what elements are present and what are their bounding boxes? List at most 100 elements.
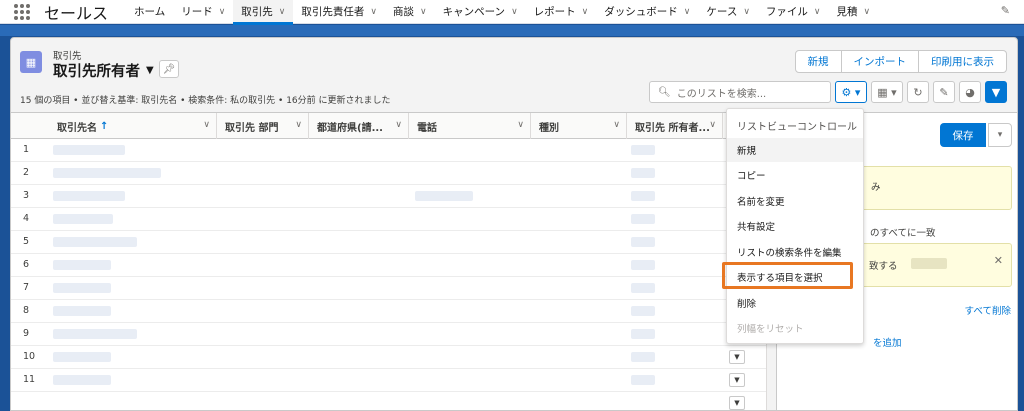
column-header-account-name[interactable]: 取引先名 ↑ ∨ <box>49 113 217 139</box>
row-number: 7 <box>23 282 30 293</box>
table-icon: ▦ ▾ <box>877 85 897 99</box>
pie-chart-icon: ◕ <box>965 85 975 99</box>
redacted-account-name[interactable] <box>53 283 111 293</box>
chevron-down-icon[interactable]: ∨ <box>511 7 518 17</box>
table-row[interactable]: 9 <box>11 323 766 346</box>
redacted-account-name[interactable] <box>53 145 125 155</box>
chevron-down-icon[interactable]: ∨ <box>517 120 524 130</box>
redacted-account-name[interactable] <box>53 237 137 247</box>
nav-item-home[interactable]: ホーム <box>126 0 173 24</box>
chevron-down-icon[interactable]: ∨ <box>219 7 226 17</box>
nav-item-opportunities[interactable]: 商談 ∨ <box>385 0 435 24</box>
nav-item-cases[interactable]: ケース ∨ <box>698 0 758 24</box>
row-number: 6 <box>23 259 30 270</box>
app-launcher-icon[interactable] <box>14 3 32 21</box>
chevron-down-icon[interactable]: ∨ <box>370 7 377 17</box>
table-row[interactable]: 3 <box>11 185 766 208</box>
nav-item-label: 見積 <box>836 6 858 18</box>
page-title: 取引先所有者 <box>53 64 140 80</box>
table-row[interactable]: ▼ <box>11 392 766 410</box>
redacted-account-name[interactable] <box>53 260 111 270</box>
menu-item-reset-column-widths: 列幅をリセット <box>737 324 804 335</box>
import-button[interactable]: インポート <box>841 50 919 73</box>
table-row[interactable]: 7 <box>11 277 766 300</box>
header-band <box>0 25 1024 36</box>
nav-item-leads[interactable]: リード ∨ <box>173 0 233 24</box>
nav-item-quotes[interactable]: 見積 ∨ <box>829 0 879 24</box>
save-options-chevron-icon[interactable]: ▾ <box>988 123 1012 147</box>
table-row[interactable]: 1 <box>11 139 766 162</box>
list-view-controls-button[interactable]: ⚙ ▾ <box>835 81 867 103</box>
redacted-owner <box>631 260 655 270</box>
printable-view-button[interactable]: 印刷用に表示 <box>919 50 1007 73</box>
column-header-phone[interactable]: 電話 ∨ <box>409 113 531 139</box>
filter-button[interactable]: ▼ <box>985 81 1007 103</box>
chevron-down-icon[interactable]: ∨ <box>420 7 427 17</box>
table-row[interactable]: 8 <box>11 300 766 323</box>
close-icon[interactable]: ✕ <box>994 254 1003 267</box>
chevron-down-icon[interactable]: ∨ <box>203 120 210 130</box>
list-view-controls-menu: リストビューコントロール 新規 コピー 名前を変更 共有設定 リストの検索条件を… <box>726 108 864 344</box>
row-actions-button[interactable]: ▼ <box>729 396 745 410</box>
chevron-down-icon[interactable]: ∨ <box>582 7 589 17</box>
row-actions-button[interactable]: ▼ <box>729 373 745 387</box>
chevron-down-icon[interactable]: ∨ <box>864 7 871 17</box>
redacted-account-name[interactable] <box>53 352 111 362</box>
row-number: 10 <box>23 351 36 362</box>
chevron-down-icon[interactable]: ∨ <box>709 120 716 130</box>
menu-item-edit-filters[interactable]: リストの検索条件を編集 <box>727 240 863 264</box>
save-filter-button[interactable]: 保存 <box>940 123 986 147</box>
list-search-input[interactable]: 🔍︎ このリストを検索... <box>649 81 831 103</box>
edit-nav-pencil-icon[interactable]: ✎ <box>1001 4 1010 17</box>
row-actions-button[interactable]: ▼ <box>729 350 745 364</box>
nav-item-label: 商談 <box>392 6 414 18</box>
redacted-account-name[interactable] <box>53 375 111 385</box>
nav-item-contacts[interactable]: 取引先責任者 ∨ <box>293 0 385 24</box>
column-header-owner[interactable]: 取引先 所有者... ∨ <box>627 113 723 139</box>
menu-item-delete[interactable]: 削除 <box>727 291 863 315</box>
table-row[interactable]: 11 ▼ <box>11 369 766 392</box>
nav-item-reports[interactable]: レポート ∨ <box>526 0 597 24</box>
column-header-billing-state[interactable]: 都道府県(請... ∨ <box>309 113 409 139</box>
chevron-down-icon[interactable]: ∨ <box>295 120 302 130</box>
chevron-down-icon[interactable]: ∨ <box>279 7 286 17</box>
nav-item-files[interactable]: ファイル ∨ <box>758 0 829 24</box>
nav-item-dashboards[interactable]: ダッシュボード ∨ <box>596 0 698 24</box>
pin-icon[interactable]: 📌︎ <box>159 60 179 78</box>
charts-button[interactable]: ◕ <box>959 81 981 103</box>
redacted-account-name[interactable] <box>53 168 161 178</box>
table-row[interactable]: 10 ▼ <box>11 346 766 369</box>
menu-item-clone[interactable]: コピー <box>727 163 863 187</box>
column-label: 取引先 所有者... <box>635 122 710 134</box>
chevron-down-icon[interactable]: ∨ <box>743 7 750 17</box>
refresh-button[interactable]: ↻ <box>907 81 929 103</box>
redacted-account-name[interactable] <box>53 191 125 201</box>
chevron-down-icon[interactable]: ∨ <box>395 120 402 130</box>
table-row[interactable]: 6 <box>11 254 766 277</box>
column-header-division[interactable]: 取引先 部門 ∨ <box>217 113 309 139</box>
menu-item-sharing[interactable]: 共有設定 <box>727 214 863 238</box>
inline-edit-button[interactable]: ✎ <box>933 81 955 103</box>
redacted-account-name[interactable] <box>53 214 113 224</box>
menu-item-new[interactable]: 新規 <box>727 138 863 162</box>
nav-item-accounts[interactable]: 取引先 ∨ <box>233 0 294 25</box>
redacted-owner <box>631 306 655 316</box>
caret-down-icon[interactable]: ▼ <box>146 65 154 76</box>
list-view-selector[interactable]: 取引先所有者 ▼ <box>53 60 154 81</box>
chevron-down-icon[interactable]: ∨ <box>814 7 821 17</box>
add-filter-link[interactable]: を追加 <box>873 335 902 349</box>
chevron-down-icon[interactable]: ∨ <box>684 7 691 17</box>
menu-item-rename[interactable]: 名前を変更 <box>727 189 863 213</box>
redacted-account-name[interactable] <box>53 329 137 339</box>
row-number: 2 <box>23 167 30 178</box>
table-row[interactable]: 5 <box>11 231 766 254</box>
column-header-type[interactable]: 種別 ∨ <box>531 113 627 139</box>
redacted-account-name[interactable] <box>53 306 111 316</box>
chevron-down-icon[interactable]: ∨ <box>613 120 620 130</box>
remove-all-link[interactable]: すべて削除 <box>965 303 1011 317</box>
table-row[interactable]: 4 <box>11 208 766 231</box>
new-button[interactable]: 新規 <box>794 50 842 73</box>
table-row[interactable]: 2 <box>11 162 766 185</box>
display-as-button[interactable]: ▦ ▾ <box>871 81 903 103</box>
nav-item-campaigns[interactable]: キャンペーン ∨ <box>435 0 526 24</box>
